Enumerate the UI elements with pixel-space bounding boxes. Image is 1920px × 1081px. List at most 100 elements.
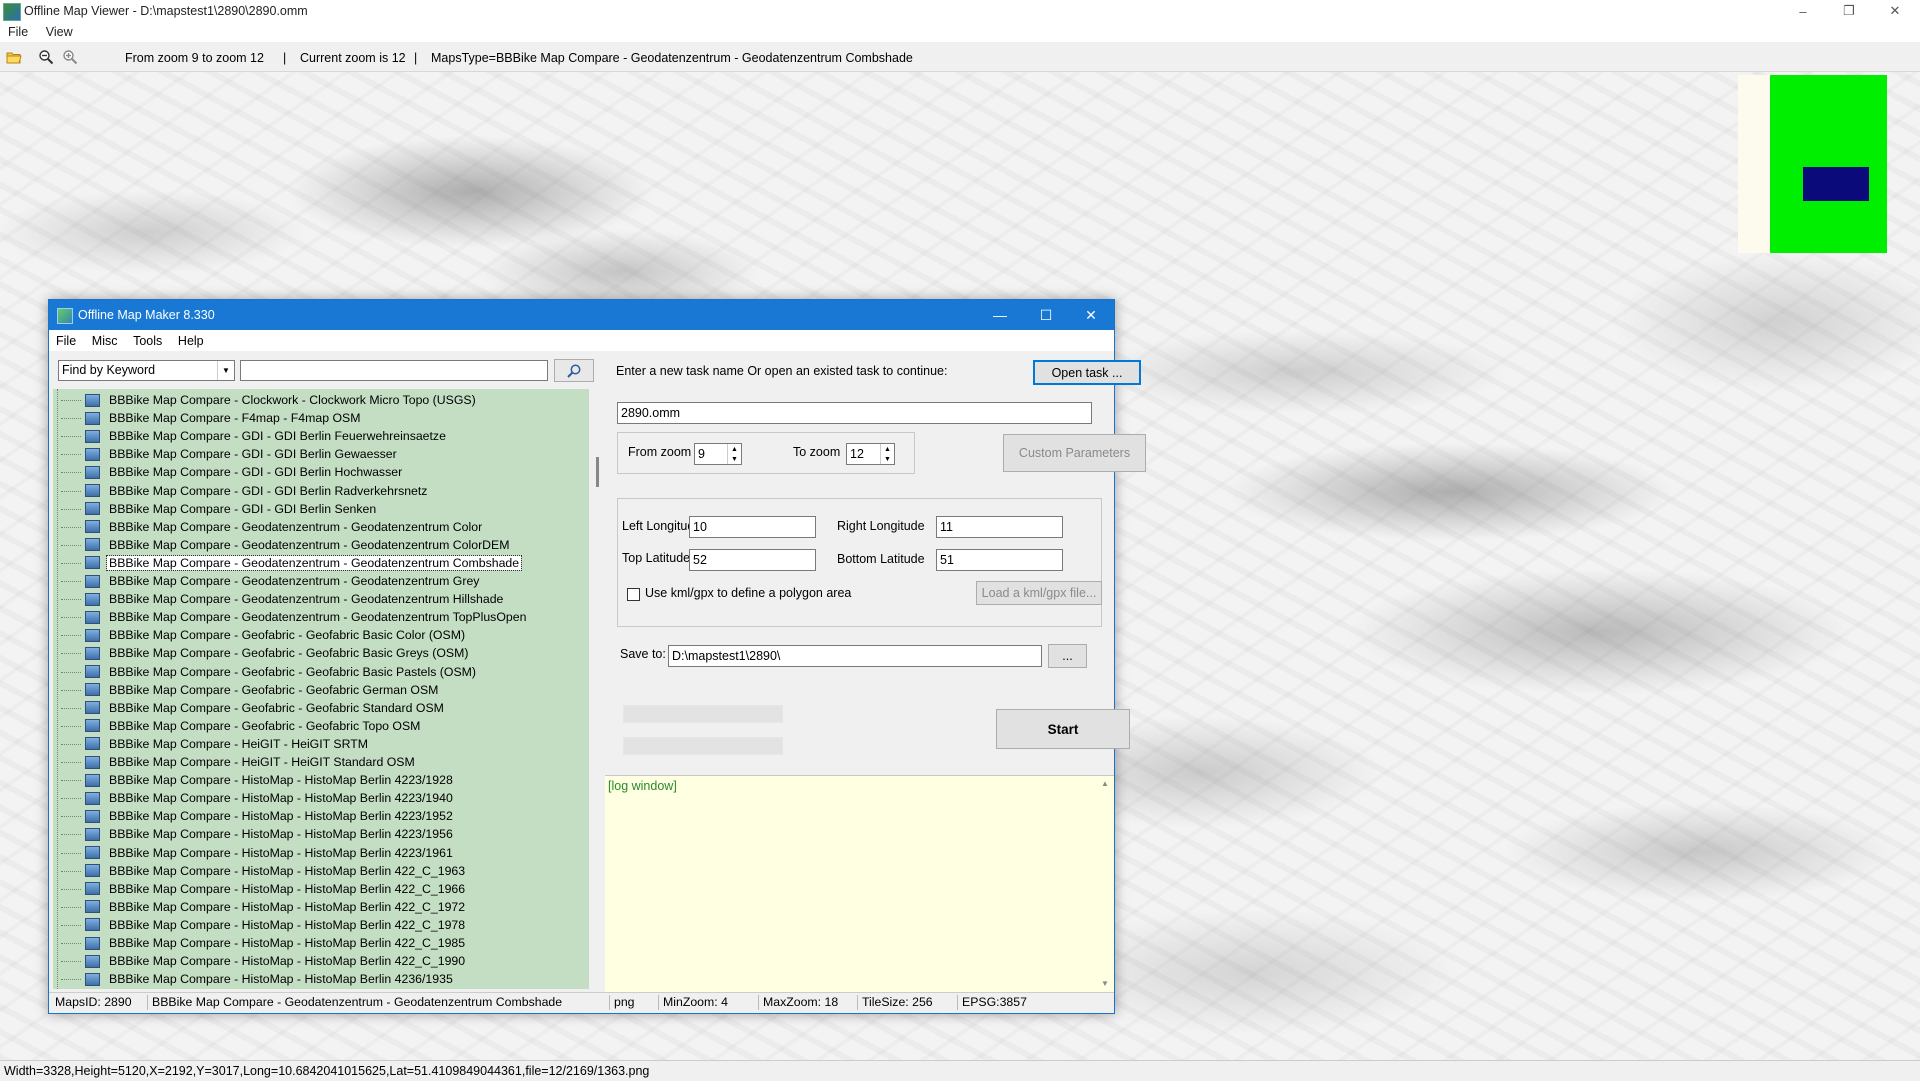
tree-item[interactable]: BBBike Map Compare - Geodatenzentrum - G… <box>61 536 512 554</box>
tree-item[interactable]: BBBike Map Compare - GDI - GDI Berlin Ho… <box>61 463 404 481</box>
tree-branch-line <box>61 798 81 800</box>
left-longitude-input[interactable]: 10 <box>689 516 816 538</box>
dialog-menu-file[interactable]: File <box>49 330 76 348</box>
tree-item[interactable]: BBBike Map Compare - HistoMap - HistoMap… <box>61 970 455 988</box>
tree-item[interactable]: BBBike Map Compare - Geodatenzentrum - G… <box>61 608 528 626</box>
close-button[interactable]: ✕ <box>1872 0 1918 22</box>
tree-branch-line <box>61 454 81 456</box>
tree-item[interactable]: BBBike Map Compare - HistoMap - HistoMap… <box>61 825 455 843</box>
menu-view[interactable]: View <box>38 22 73 39</box>
tree-item[interactable]: BBBike Map Compare - HistoMap - HistoMap… <box>61 789 455 807</box>
dialog-maximize-button[interactable]: ☐ <box>1023 300 1069 330</box>
save-to-input[interactable]: D:\mapstest1\2890\ <box>668 645 1042 667</box>
dialog-menu-misc[interactable]: Misc <box>85 330 118 348</box>
tree-item[interactable]: BBBike Map Compare - Geodatenzentrum - G… <box>61 590 505 608</box>
log-scrollbar[interactable]: ▲ ▼ <box>1098 776 1114 992</box>
zoom-in-icon[interactable] <box>62 49 78 65</box>
tree-item[interactable]: BBBike Map Compare - GDI - GDI Berlin Fe… <box>61 427 448 445</box>
app-map-icon <box>3 3 21 21</box>
search-button[interactable] <box>554 359 594 382</box>
toolbar-separator: | <box>283 51 287 65</box>
tree-item[interactable]: BBBike Map Compare - GDI - GDI Berlin Ra… <box>61 482 429 500</box>
tree-item[interactable]: BBBike Map Compare - GDI - GDI Berlin Se… <box>61 500 378 518</box>
open-task-button[interactable]: Open task ... <box>1033 360 1141 385</box>
dialog-menu-bar: File Misc Tools Help <box>49 330 1114 351</box>
dialog-minimize-button[interactable]: — <box>977 300 1023 330</box>
tree-item[interactable]: BBBike Map Compare - HeiGIT - HeiGIT Sta… <box>61 753 417 771</box>
tree-item[interactable]: BBBike Map Compare - Geofabric - Geofabr… <box>61 663 478 681</box>
from-zoom-value: 9 <box>698 447 705 461</box>
tree-item[interactable]: BBBike Map Compare - Geodatenzentrum - G… <box>61 554 523 572</box>
search-mode-dropdown[interactable]: Find by Keyword ▼ <box>58 360 235 381</box>
stepper-arrows-icon[interactable]: ▲ ▼ <box>727 444 741 464</box>
load-kml-button[interactable]: Load a kml/gpx file... <box>976 581 1102 605</box>
tree-item[interactable]: BBBike Map Compare - HeiGIT - HeiGIT SRT… <box>61 735 370 753</box>
offline-map-maker-dialog: Offline Map Maker 8.330 — ☐ ✕ File Misc … <box>48 299 1146 1014</box>
stepper-arrows-icon[interactable]: ▲ ▼ <box>880 444 894 464</box>
map-layer-icon <box>85 791 100 805</box>
tree-item-label: BBBike Map Compare - Geofabric - Geofabr… <box>109 628 466 643</box>
tree-item[interactable]: BBBike Map Compare - HistoMap - HistoMap… <box>61 934 467 952</box>
browse-folder-button[interactable]: ... <box>1048 644 1087 668</box>
task-name-input[interactable]: 2890.omm <box>617 402 1092 424</box>
restore-button[interactable]: ❐ <box>1826 0 1872 22</box>
start-button[interactable]: Start <box>996 709 1130 749</box>
dialog-close-button[interactable]: ✕ <box>1068 300 1114 330</box>
status-tile-size: TileSize: 256 <box>857 995 933 1010</box>
tree-branch-line <box>61 924 81 926</box>
tree-item-label: BBBike Map Compare - HistoMap - HistoMap… <box>109 791 453 806</box>
tree-item[interactable]: BBBike Map Compare - HistoMap - HistoMap… <box>61 916 467 934</box>
dialog-menu-tools[interactable]: Tools <box>126 330 162 348</box>
tree-item[interactable]: BBBike Map Compare - Geodatenzentrum - G… <box>61 518 484 536</box>
map-source-tree[interactable]: BBBike Map Compare - Clockwork - Clockwo… <box>53 389 589 989</box>
minimize-button[interactable]: – <box>1780 0 1826 22</box>
overview-map[interactable] <box>1738 75 1887 253</box>
from-zoom-stepper[interactable]: 9 ▲ ▼ <box>694 443 742 465</box>
tree-item[interactable]: BBBike Map Compare - HistoMap - HistoMap… <box>61 952 467 970</box>
tree-scrollbar[interactable] <box>589 389 606 989</box>
tree-item[interactable]: BBBike Map Compare - HistoMap - HistoMap… <box>61 880 467 898</box>
top-latitude-value: 52 <box>693 553 707 567</box>
chevron-down-icon[interactable]: ▼ <box>217 361 234 380</box>
map-layer-icon <box>85 701 100 715</box>
tree-item[interactable]: BBBike Map Compare - Geofabric - Geofabr… <box>61 644 470 662</box>
log-window[interactable]: [log window] ▲ ▼ <box>605 775 1114 992</box>
map-layer-icon <box>85 502 100 516</box>
tree-item[interactable]: BBBike Map Compare - F4map - F4map OSM <box>61 409 362 427</box>
tree-item[interactable]: BBBike Map Compare - HistoMap - HistoMap… <box>61 898 467 916</box>
map-layer-icon <box>85 520 100 534</box>
scroll-down-icon[interactable]: ▼ <box>1101 979 1109 988</box>
keyword-search-input[interactable] <box>240 360 548 381</box>
tree-item[interactable]: BBBike Map Compare - HistoMap - HistoMap… <box>61 771 455 789</box>
to-zoom-stepper[interactable]: 12 ▲ ▼ <box>846 443 895 465</box>
bottom-latitude-input[interactable]: 51 <box>936 549 1063 571</box>
tree-item[interactable]: BBBike Map Compare - GDI - GDI Berlin Ge… <box>61 445 399 463</box>
tree-scroll-thumb[interactable] <box>596 457 599 487</box>
overview-viewport-box[interactable] <box>1803 167 1869 201</box>
tree-item-label: BBBike Map Compare - F4map - F4map OSM <box>109 411 361 426</box>
tree-item[interactable]: BBBike Map Compare - Geofabric - Geofabr… <box>61 717 422 735</box>
open-folder-icon[interactable] <box>6 49 22 65</box>
top-latitude-input[interactable]: 52 <box>689 549 816 571</box>
tree-branch-line <box>61 707 81 709</box>
tree-item[interactable]: BBBike Map Compare - Clockwork - Clockwo… <box>61 391 478 409</box>
scroll-up-icon[interactable]: ▲ <box>1101 779 1109 788</box>
tree-branch-line <box>61 544 81 546</box>
dialog-menu-help[interactable]: Help <box>171 330 204 348</box>
custom-parameters-button[interactable]: Custom Parameters <box>1003 434 1146 472</box>
zoom-out-icon[interactable] <box>38 49 54 65</box>
tree-item[interactable]: BBBike Map Compare - HistoMap - HistoMap… <box>61 862 467 880</box>
kml-polygon-checkbox[interactable] <box>627 588 640 601</box>
tree-item[interactable]: BBBike Map Compare - Geofabric - Geofabr… <box>61 681 440 699</box>
menu-file[interactable]: File <box>0 22 28 39</box>
main-menu-bar: File View <box>0 22 1920 42</box>
tree-item[interactable]: BBBike Map Compare - Geofabric - Geofabr… <box>61 699 446 717</box>
tree-item[interactable]: BBBike Map Compare - Geodatenzentrum - G… <box>61 572 481 590</box>
tree-branch-line <box>61 816 81 818</box>
tree-item-label: BBBike Map Compare - HeiGIT - HeiGIT SRT… <box>109 736 368 751</box>
tree-item[interactable]: BBBike Map Compare - Geofabric - Geofabr… <box>61 626 467 644</box>
tree-item[interactable]: BBBike Map Compare - HistoMap - HistoMap… <box>61 844 455 862</box>
map-layer-icon <box>85 882 100 896</box>
right-longitude-input[interactable]: 11 <box>936 516 1063 538</box>
tree-item[interactable]: BBBike Map Compare - HistoMap - HistoMap… <box>61 807 455 825</box>
